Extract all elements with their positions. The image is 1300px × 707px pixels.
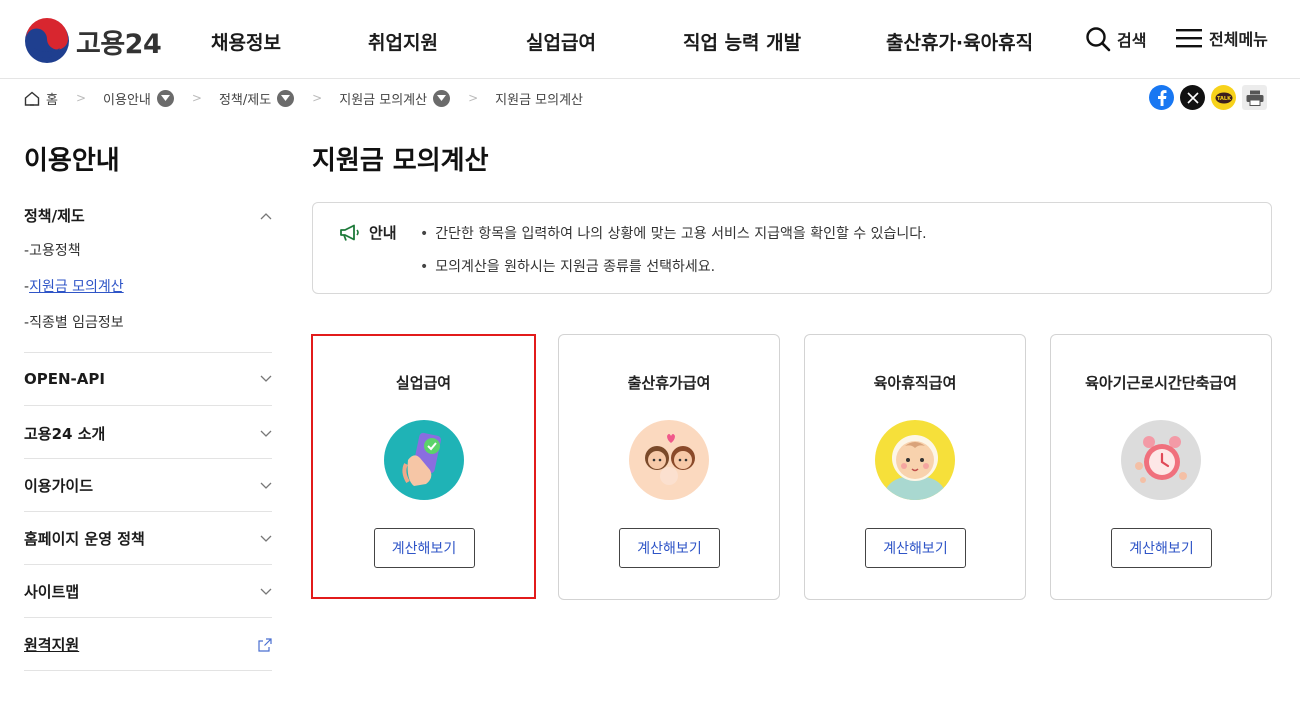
caret-down-icon[interactable]: [433, 89, 451, 107]
notice-box: 안내 간단한 항목을 입력하여 나의 상황에 맞는 고용 서비스 지급액을 확인…: [312, 202, 1272, 294]
card-title: 출산휴가급여: [627, 374, 711, 392]
calculate-button[interactable]: 계산해보기: [865, 528, 966, 568]
nav-unemployment-benefit[interactable]: 실업급여: [526, 28, 596, 55]
external-link-icon: [258, 637, 272, 652]
breadcrumb-label: 이용안내: [103, 92, 151, 108]
benefit-card-unemployment[interactable]: 실업급여 계산해보기: [311, 334, 536, 599]
sidebar-subitem-employment-policy[interactable]: -고용정책: [24, 240, 81, 260]
page-title: 지원금 모의계산: [312, 146, 489, 176]
couple-baby-icon: [629, 420, 709, 500]
divider: [24, 617, 272, 618]
breadcrumb-label: 지원금 모의계산: [495, 92, 584, 108]
breadcrumb-item[interactable]: 이용안내: [103, 89, 174, 108]
breadcrumb-label: 지원금 모의계산: [339, 92, 428, 108]
chevron-down-icon: [260, 430, 272, 437]
sidebar-item-label: 고용24 소개: [24, 425, 106, 443]
notice-text: 모의계산을 원하시는 지원금 종류를 선택하세요.: [420, 256, 715, 276]
sidebar-item-label: OPEN-API: [24, 370, 105, 388]
card-title: 육아휴직급여: [873, 374, 957, 392]
baby-face-icon: [875, 420, 955, 500]
sidebar-item-label: 이용가이드: [24, 477, 94, 495]
chevron-down-icon: [260, 375, 272, 382]
divider: [24, 564, 272, 565]
divider: [24, 511, 272, 512]
search-button[interactable]: 검색: [1085, 26, 1146, 52]
print-button[interactable]: [1242, 85, 1267, 110]
facebook-share-button[interactable]: [1149, 85, 1174, 110]
kakao-talk-icon: TALK: [1215, 92, 1232, 103]
notice-text: 간단한 항목을 입력하여 나의 상황에 맞는 고용 서비스 지급액을 확인할 수…: [420, 223, 926, 243]
divider: [24, 670, 272, 671]
all-menu-label: 전체메뉴: [1209, 30, 1268, 49]
nav-jobs[interactable]: 채용정보: [211, 28, 281, 55]
chevron-up-icon: [260, 212, 272, 219]
all-menu-button[interactable]: 전체메뉴: [1175, 26, 1268, 50]
benefit-card-reduced-hours[interactable]: 육아기근로시간단축급여 계산해보기: [1050, 334, 1272, 600]
sidebar-item-site-policy[interactable]: 홈페이지 운영 정책: [24, 528, 272, 549]
hamburger-menu-icon: [1176, 29, 1202, 48]
sidebar-item-label: 사이트맵: [24, 583, 80, 601]
sidebar-item-label: 정책/제도: [24, 207, 85, 225]
home-icon: [24, 91, 40, 106]
search-icon: [1086, 27, 1111, 52]
phone-check-icon: [383, 420, 464, 500]
benefit-card-maternity-leave[interactable]: 출산휴가급여 계산해보기: [558, 334, 780, 600]
chevron-down-icon: [260, 482, 272, 489]
x-logo-icon: [1186, 91, 1199, 104]
facebook-icon: [1157, 89, 1166, 106]
sidebar-item-about[interactable]: 고용24 소개: [24, 423, 272, 444]
nav-employment-support[interactable]: 취업지원: [368, 28, 438, 55]
caret-down-icon[interactable]: [156, 89, 174, 107]
search-label: 검색: [1117, 31, 1147, 50]
sidebar-item-open-api[interactable]: OPEN-API: [24, 370, 272, 388]
sidebar-item-label: 원격지원: [24, 636, 80, 654]
chevron-right-icon: >: [468, 91, 479, 105]
chevron-down-icon: [260, 588, 272, 595]
breadcrumb-item[interactable]: 지원금 모의계산: [339, 89, 451, 108]
chevron-right-icon: >: [312, 91, 323, 105]
sidebar-item-remote-support[interactable]: 원격지원: [24, 634, 272, 655]
chevron-right-icon: >: [75, 91, 87, 105]
card-title: 실업급여: [395, 374, 452, 392]
sidebar-subitem-label: 지원금 모의계산: [29, 279, 124, 295]
calculate-button[interactable]: 계산해보기: [373, 528, 475, 568]
benefit-card-parental-leave[interactable]: 육아휴직급여 계산해보기: [804, 334, 1026, 600]
chevron-right-icon: >: [191, 91, 202, 105]
sidebar-item-guide[interactable]: 이용가이드: [24, 475, 272, 496]
sidebar-title: 이용안내: [24, 146, 120, 176]
sidebar-item-label: 홈페이지 운영 정책: [24, 530, 145, 548]
svg-text:TALK: TALK: [1217, 96, 1232, 102]
breadcrumb-home[interactable]: 홈: [24, 89, 58, 108]
sidebar-subitem-subsidy-calculator[interactable]: -지원금 모의계산: [24, 276, 124, 296]
nav-skills-development[interactable]: 직업 능력 개발: [683, 28, 801, 55]
x-share-button[interactable]: [1180, 85, 1205, 110]
sidebar-subitem-label: 고용정책: [29, 243, 81, 259]
breadcrumb-label: 홈: [46, 92, 58, 108]
divider: [24, 458, 272, 459]
divider: [24, 405, 272, 406]
share-buttons: TALK: [1149, 85, 1267, 110]
breadcrumb: 홈 > 이용안내 > 정책/제도 > 지원금 모의계산 > 지원금 모의계산: [24, 88, 583, 108]
calculate-button[interactable]: 계산해보기: [619, 528, 720, 568]
alarm-clock-icon: [1121, 420, 1201, 500]
chevron-down-icon: [260, 535, 272, 542]
sidebar-subitem-label: 직종별 임금정보: [29, 315, 124, 331]
divider: [24, 352, 272, 353]
caret-down-icon[interactable]: [277, 89, 295, 107]
nav-parental-leave[interactable]: 출산휴가·육아휴직: [886, 28, 1033, 55]
sidebar-item-sitemap[interactable]: 사이트맵: [24, 581, 272, 602]
site-header: 고용24 채용정보 취업지원 실업급여 직업 능력 개발 출산휴가·육아휴직 검…: [0, 0, 1300, 79]
notice-label: 안내: [369, 224, 397, 242]
breadcrumb-item[interactable]: 정책/제도: [218, 89, 295, 108]
calculate-button[interactable]: 계산해보기: [1111, 528, 1212, 568]
breadcrumb-current: 지원금 모의계산: [495, 89, 583, 108]
megaphone-icon: [340, 224, 359, 241]
sidebar-item-policy[interactable]: 정책/제도: [24, 205, 272, 226]
sidebar-subitem-wage-info[interactable]: -직종별 임금정보: [24, 312, 124, 332]
printer-icon: [1246, 90, 1263, 106]
card-title: 육아기근로시간단축급여: [1085, 374, 1237, 392]
kakao-share-button[interactable]: TALK: [1211, 85, 1236, 110]
breadcrumb-label: 정책/제도: [218, 92, 272, 108]
